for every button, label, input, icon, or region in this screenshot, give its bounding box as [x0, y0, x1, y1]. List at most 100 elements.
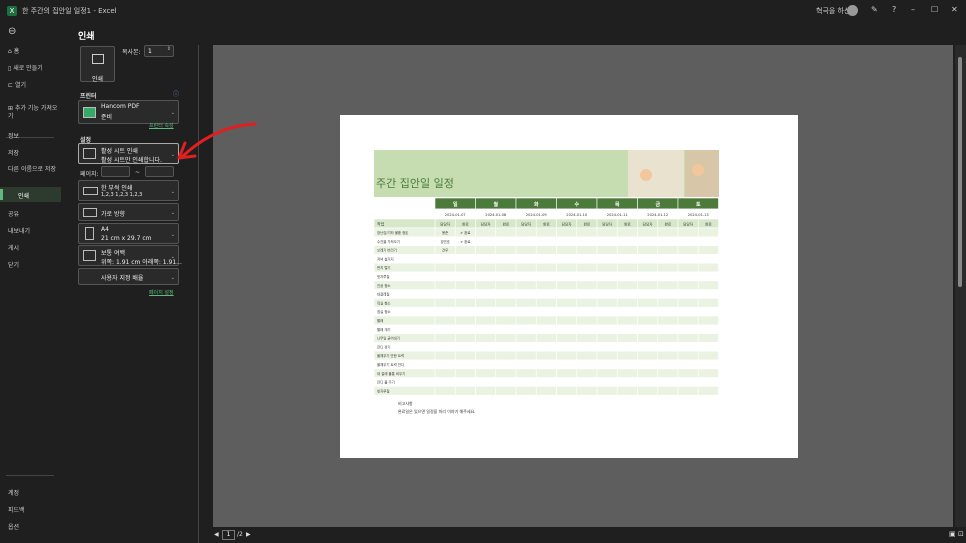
sheet-preview: 주간 집안일 일정 일 2024-01-07 담당자 완료 월 2024-01-08 담당자…	[373, 150, 719, 414]
scaling-dropdown[interactable]: 사용자 지정 배율 ⌄	[78, 268, 179, 285]
pages-to-input[interactable]	[145, 166, 174, 177]
chevron-down-icon: ⌄	[170, 231, 175, 238]
printer-properties-link[interactable]: 프린터 속성	[149, 122, 174, 129]
orientation-dropdown[interactable]: 가로 방향 ⌄	[78, 203, 179, 221]
avatar[interactable]	[847, 5, 858, 16]
sidebar-item-addins[interactable]: ⊞ 추가 기능 가져오기	[8, 105, 58, 121]
schedule-cell	[434, 254, 456, 264]
print-what-dropdown[interactable]: 활성 시트 인쇄 활성 시트만 인쇄합니다. ⌄	[78, 143, 179, 164]
chevron-down-icon: ⌄	[170, 109, 175, 116]
schedule-cell	[697, 271, 719, 282]
day-name: 일	[453, 201, 458, 208]
sidebar-item-save[interactable]: 저장	[8, 148, 19, 157]
schedule-cell	[697, 298, 719, 308]
sidebar-item-feedback[interactable]: 피드백	[8, 505, 25, 514]
sidebar-item-home[interactable]: ⌂ 홈	[8, 46, 19, 55]
sidebar-item-close[interactable]: 닫기	[8, 260, 19, 269]
pages-from-input[interactable]	[101, 166, 130, 177]
next-page-icon[interactable]: ▶	[246, 531, 251, 538]
schedule-cell	[637, 342, 659, 352]
schedule-cell	[596, 333, 618, 343]
task-name: 저녁 설거지	[377, 256, 394, 261]
sidebar-item-export[interactable]: 내보내기	[8, 226, 30, 235]
schedule-cell	[515, 368, 537, 378]
schedule-cell	[495, 245, 517, 255]
sidebar-item-share[interactable]: 공유	[8, 209, 19, 218]
schedule-cell	[434, 289, 456, 299]
schedule-cell	[535, 298, 557, 308]
pages-label: 페이지:	[80, 171, 99, 178]
close-button[interactable]: ✕	[951, 5, 958, 14]
schedule-cell	[657, 271, 679, 282]
schedule-cell	[515, 280, 537, 290]
info-icon[interactable]: ⓘ	[173, 89, 179, 98]
schedule-cell	[657, 359, 679, 370]
schedule-cell	[434, 342, 456, 352]
show-margins-icon[interactable]: ▣	[949, 530, 956, 538]
maximize-button[interactable]: ☐	[931, 5, 938, 14]
schedule-cell	[677, 289, 699, 299]
schedule-cell	[495, 359, 517, 370]
sidebar-item-new[interactable]: ▯ 새로 만들기	[8, 63, 43, 72]
schedule-cell	[616, 359, 638, 370]
printer-dropdown[interactable]: Hancom PDF 준비 ⌄	[78, 100, 179, 124]
sidebar-item-save-as[interactable]: 다른 이름으로 저장	[8, 166, 56, 174]
schedule-cell	[434, 350, 456, 361]
schedule-cell	[556, 236, 578, 246]
schedule-cell	[556, 280, 578, 290]
schedule-cell	[677, 333, 699, 343]
copies-spinner[interactable]: 1 ⇕	[144, 45, 174, 57]
sidebar-item-print-active[interactable]: 인쇄	[0, 187, 61, 202]
sidebar-item-open[interactable]: ⊏ 열기	[8, 80, 26, 89]
done-subheader: 완료	[503, 222, 510, 227]
paper-size-dropdown[interactable]: A4 21 cm x 29.7 cm ⌄	[78, 223, 179, 244]
minimize-button[interactable]: –	[911, 5, 915, 14]
schedule-cell	[576, 342, 598, 352]
sidebar-item-account[interactable]: 계정	[8, 488, 19, 497]
schedule-cell	[515, 271, 537, 282]
schedule-cell	[616, 315, 638, 326]
title-bar: X 한 주간의 집안일 일정1 - Excel 혁극을 하신 ✎ ? – ☐ ✕	[0, 0, 966, 22]
schedule-cell	[697, 280, 719, 290]
schedule-cell	[697, 254, 719, 264]
schedule-cell	[495, 254, 517, 264]
task-name: 빨래 개기	[377, 327, 391, 332]
spinner-arrows-icon[interactable]: ⇕	[167, 46, 171, 52]
schedule-cell	[454, 359, 476, 370]
schedule-cell	[616, 254, 638, 264]
date-label: 2024-01-09	[526, 213, 548, 217]
schedule-cell	[475, 227, 497, 238]
page-number-input[interactable]: 1	[222, 530, 235, 540]
schedule-cell	[657, 280, 679, 290]
schedule-cell	[637, 324, 659, 334]
schedule-cell	[495, 324, 517, 334]
help-icon[interactable]: ?	[892, 5, 896, 14]
schedule-cell	[657, 227, 679, 238]
sidebar-item-options[interactable]: 옵션	[8, 522, 19, 531]
schedule-cell	[697, 289, 719, 299]
schedule-cell	[454, 315, 476, 326]
sidebar-item-info[interactable]: 정보	[8, 131, 19, 140]
schedule-cell	[576, 324, 598, 334]
schedule-cell	[596, 262, 618, 273]
page-setup-link[interactable]: 페이지 설정	[149, 289, 174, 296]
schedule-cell	[576, 271, 598, 282]
schedule-cell	[454, 262, 476, 273]
sidebar-item-publish[interactable]: 게시	[8, 243, 19, 252]
zoom-to-page-icon[interactable]: ⊡	[958, 530, 964, 538]
prev-page-icon[interactable]: ◀	[214, 531, 219, 538]
back-icon[interactable]: ⊖	[8, 26, 16, 37]
assignee-value: 강민호	[440, 239, 449, 244]
pen-icon[interactable]: ✎	[871, 5, 878, 14]
print-button[interactable]: 인쇄	[80, 46, 115, 83]
collate-dropdown[interactable]: 한 부씩 인쇄 1,2,3 1,2,3 1,2,3 ⌄	[78, 180, 179, 201]
user-name[interactable]: 혁극을 하신	[816, 6, 850, 16]
vertical-scrollbar[interactable]	[955, 45, 966, 527]
schedule-cell	[637, 386, 659, 396]
done-subheader: 완료	[543, 222, 550, 227]
schedule-cell	[576, 368, 598, 378]
schedule-cell	[697, 342, 719, 352]
margins-dropdown[interactable]: 보통 여백 위쪽: 1.91 cm 아래쪽: 1.91... ⌄	[78, 245, 182, 266]
schedule-cell	[454, 298, 476, 308]
date-label: 2024-01-11	[607, 213, 628, 217]
